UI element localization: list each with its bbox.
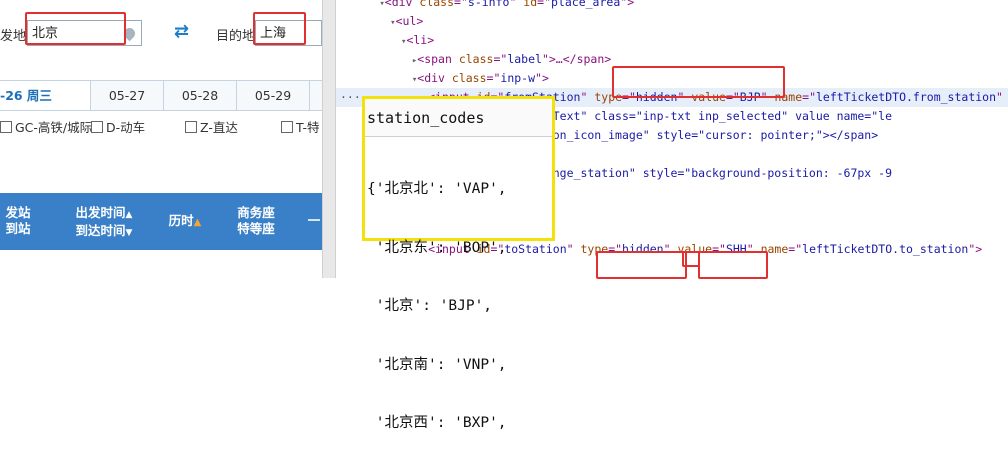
dom-tag: <li>	[406, 33, 435, 47]
sort-up-icon[interactable]: ▲	[126, 210, 133, 220]
date-tab[interactable]: 05-29	[237, 81, 310, 110]
filter-d[interactable]: D-动车	[91, 117, 145, 136]
dom-attr-value: toStation	[504, 242, 567, 256]
station-codes-title: station_codes	[365, 99, 552, 137]
from-hidden-value-highlight	[612, 66, 785, 98]
station-code-line: '北京南': 'VNP',	[367, 356, 507, 373]
col-duration[interactable]: 历时▲	[160, 213, 210, 231]
dom-attr-value: place_area	[551, 0, 621, 9]
station-code-line: '北京西': 'BXP',	[367, 415, 507, 431]
dom-tag: >	[975, 242, 983, 256]
dom-tag: >	[627, 0, 635, 9]
dom-attr-name: class	[451, 71, 487, 85]
dom-punct: ="	[537, 0, 552, 9]
dom-expander[interactable]: ▾	[336, 18, 395, 28]
filter-gc[interactable]: GC-高铁/城际	[0, 117, 92, 136]
dom-punct: "	[535, 71, 542, 85]
dom-tag: <span	[417, 52, 459, 66]
dom-line[interactable]: ▾<ul>	[336, 12, 1008, 31]
sort-down-icon[interactable]: ▼	[126, 228, 133, 238]
station-code-line: '北京': 'BJP',	[367, 298, 493, 314]
ticket-search-panel: 发地 北京 ⇄ 目的地 上海 -26 周三 05-27 05-28 05-29 …	[0, 0, 322, 278]
dom-punct: ="	[486, 71, 501, 85]
from-highlight-box	[25, 12, 126, 45]
dom-expander[interactable]: ▾	[336, 37, 406, 47]
dom-expander[interactable]: ▾	[336, 0, 384, 9]
dom-attr-value: s-info	[467, 0, 510, 9]
filter-t[interactable]: T-特	[281, 117, 320, 136]
dom-tag: <div	[417, 71, 452, 85]
to-highlight-box	[253, 12, 306, 45]
filter-z[interactable]: Z-直达	[185, 117, 238, 136]
col-business-seat[interactable]: 商务座 特等座	[234, 205, 278, 237]
from-label: 发地	[0, 29, 27, 44]
train-type-filters: GC-高铁/城际 D-动车 Z-直达 T-特	[0, 117, 322, 135]
checkbox-icon[interactable]	[0, 121, 12, 133]
dom-attr-value: leftTicketDTO.from_station	[816, 90, 997, 104]
dom-attr-name: class	[419, 0, 455, 9]
dom-line[interactable]: ▾<div class="s-info" id="place_area">	[336, 0, 1008, 12]
station-code-line: '北京东': 'BOP',	[367, 239, 507, 256]
panel-divider	[322, 0, 336, 278]
checkbox-icon[interactable]	[91, 121, 103, 133]
to-label: 目的地	[216, 29, 256, 44]
dom-punct: ="	[493, 52, 508, 66]
dom-punct: ="	[788, 242, 803, 256]
date-tab[interactable]: 05-28	[164, 81, 237, 110]
sort-up-icon[interactable]: ▲	[194, 217, 202, 228]
dom-tag: <ul>	[395, 14, 424, 28]
checkbox-icon[interactable]	[185, 121, 197, 133]
date-tabs: -26 周三 05-27 05-28 05-29	[0, 80, 322, 111]
dom-attr-value: label	[507, 52, 542, 66]
dom-punct: ="	[802, 90, 816, 104]
dom-attr-name: class	[458, 52, 494, 66]
dom-attr-value: leftTicketDTO.to_station	[802, 242, 969, 256]
col-station[interactable]: 发站 到站	[0, 205, 36, 237]
col-next: 一	[307, 213, 321, 228]
to-hidden-value-highlight	[698, 251, 768, 279]
dom-tag: >	[541, 71, 549, 85]
results-table-header: 发站 到站 出发时间▲ 到达时间▼ 历时▲ 商务座 特等座 一	[0, 193, 322, 250]
station-code-line: {'北京北': 'VAP',	[367, 181, 507, 197]
swap-stations-icon[interactable]: ⇄	[174, 21, 189, 42]
dom-line[interactable]: ▾<li>	[336, 31, 1008, 50]
dom-punct: "	[566, 242, 574, 256]
dom-expander[interactable]: ▸	[336, 56, 417, 66]
dom-tag: >…</span>	[548, 52, 612, 66]
dom-tag: <div	[384, 0, 420, 9]
station-codes-body: {'北京北': 'VAP', '北京东': 'BOP', '北京': 'BJP'…	[367, 141, 507, 473]
date-tab[interactable]: 05-27	[91, 81, 164, 110]
dom-expander[interactable]: ▾	[336, 75, 417, 85]
dom-punct: "	[541, 52, 549, 66]
checkbox-icon[interactable]	[281, 121, 293, 133]
to-hidden-type-highlight	[596, 251, 687, 279]
date-tab-active[interactable]: -26 周三	[0, 81, 91, 110]
dom-attr-name: id	[516, 0, 538, 9]
station-codes-overlay: station_codes {'北京北': 'VAP', '北京东': 'BOP…	[362, 96, 555, 431]
dom-more-dots-icon[interactable]: ···	[340, 88, 361, 107]
dom-punct: ="	[454, 0, 468, 9]
dom-attr-value: inp-w	[500, 71, 536, 85]
col-time[interactable]: 出发时间▲ 到达时间▼	[66, 205, 142, 241]
dom-punct: "	[996, 90, 1003, 104]
